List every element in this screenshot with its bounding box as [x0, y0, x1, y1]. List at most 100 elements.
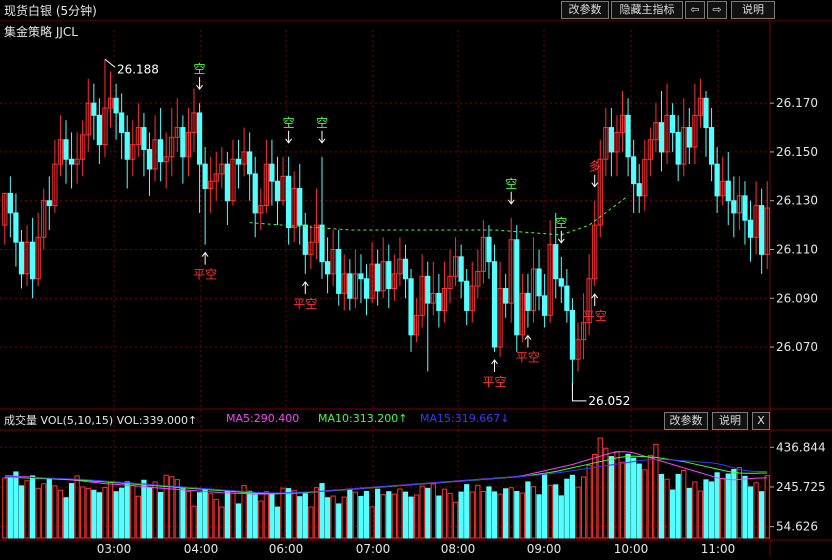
- scroll-left-button[interactable]: ⇦: [685, 1, 705, 19]
- price-tick-label: 26.070: [776, 340, 818, 354]
- volume-bar: [408, 496, 414, 539]
- volume-bar: [96, 492, 103, 539]
- candle-body: [363, 278, 370, 299]
- candle-body: [436, 292, 442, 311]
- buy-signal: 多: [589, 160, 601, 174]
- volume-bar: [425, 487, 431, 539]
- candle-body: [458, 256, 464, 282]
- candle-body: [503, 288, 509, 304]
- candle-body: [7, 192, 13, 214]
- volume-bar: [603, 447, 609, 539]
- candle-body: [269, 163, 275, 182]
- candle-body: [68, 158, 75, 165]
- candle-body: [119, 112, 125, 133]
- volume-bar: [18, 485, 25, 539]
- volume-bar: [74, 475, 80, 539]
- close-signal: 平空: [516, 351, 540, 365]
- candle-body: [747, 219, 754, 238]
- volume-bar: [402, 491, 409, 539]
- volume-bar: [580, 476, 587, 539]
- candle-body: [708, 127, 715, 165]
- chart-title: 现货白银 (5分钟): [4, 4, 97, 18]
- close-signal: 平空: [193, 268, 217, 282]
- volume-bar: [102, 487, 108, 539]
- volume-bar: [675, 473, 681, 539]
- candle-body: [13, 212, 19, 243]
- volume-bar: [458, 491, 464, 539]
- volume-bar: [475, 484, 481, 539]
- price-tick-label: 26.090: [776, 291, 818, 305]
- volume-close-button[interactable]: X: [752, 412, 770, 430]
- volume-bar: [386, 491, 392, 539]
- volume-label: 成交量 VOL(5,10,15) VOL:339.000↑: [4, 414, 198, 427]
- volume-bar: [280, 487, 286, 539]
- volume-bar: [703, 479, 709, 539]
- volume-bar: [308, 506, 314, 539]
- volume-bar: [764, 475, 770, 539]
- volume-bar: [669, 489, 676, 539]
- volume-bar: [747, 486, 754, 539]
- candle-body: [386, 261, 392, 290]
- chart-svg: 26.170 26.150 26.130 26.110 26.090 26.070 03:0…: [0, 19, 832, 556]
- candle-body: [714, 163, 720, 197]
- params-button[interactable]: 改参数: [561, 1, 609, 19]
- volume-bar: [141, 479, 147, 539]
- volume-bar: [235, 503, 242, 539]
- volume-params-button[interactable]: 改参数: [664, 412, 708, 430]
- volume-bar: [174, 479, 180, 539]
- volume-bar: [291, 490, 297, 539]
- volume-bar: [341, 496, 347, 539]
- candle-body: [675, 131, 681, 165]
- volume-help-button[interactable]: 说明: [712, 412, 748, 430]
- volume-bar: [413, 494, 420, 539]
- volume-bar: [185, 490, 192, 539]
- candle-body: [558, 278, 564, 287]
- candle-body: [608, 127, 615, 153]
- chart-stage: 26.170 26.150 26.130 26.110 26.090 26.070 03:0…: [0, 0, 832, 556]
- volume-bar: [252, 494, 258, 539]
- volume-bar: [213, 498, 219, 539]
- volume-bar: [285, 488, 292, 539]
- time-tick-label: 10:00: [614, 542, 649, 556]
- candle-body: [252, 173, 258, 214]
- volume-bar: [7, 476, 13, 539]
- volume-bar: [80, 486, 86, 539]
- volume-bar: [297, 496, 303, 539]
- candle-body: [124, 131, 130, 160]
- candle-body: [96, 114, 103, 146]
- scroll-right-button[interactable]: ⇨: [707, 1, 727, 19]
- high-label: 26.188: [117, 62, 159, 76]
- volume-bar: [130, 485, 136, 539]
- volume-bar: [636, 463, 642, 539]
- candle-body: [669, 114, 676, 133]
- volume-bar: [358, 495, 364, 539]
- volume-bar: [664, 478, 670, 539]
- candle-body: [625, 114, 631, 158]
- candle-body: [302, 224, 308, 255]
- volume-bar: [681, 470, 687, 539]
- volume-bar: [35, 487, 41, 539]
- candle-body: [141, 127, 147, 150]
- volume-bar: [686, 487, 692, 539]
- time-tick-label: 04:00: [184, 542, 219, 556]
- volume-bar: [391, 493, 397, 539]
- price-tick-label: 26.130: [776, 194, 818, 208]
- volume-bar: [146, 487, 153, 539]
- volume-bar: [519, 492, 525, 539]
- volume-bar: [258, 500, 264, 539]
- volume-bar: [180, 488, 186, 539]
- help-button[interactable]: 说明: [731, 1, 775, 19]
- volume-bar: [63, 497, 69, 539]
- candle-body: [636, 183, 642, 197]
- volume-bar: [24, 480, 30, 539]
- volume-bar: [525, 481, 531, 539]
- high-marker: [104, 58, 116, 68]
- sell-signal: 空: [283, 116, 295, 130]
- candle-body: [658, 122, 665, 153]
- low-marker: [571, 382, 587, 402]
- time-tick-label: 08:00: [441, 542, 476, 556]
- candle-body: [358, 273, 364, 280]
- hide-indicator-button[interactable]: 隐藏主指标: [611, 1, 683, 19]
- volume-bar: [497, 493, 503, 539]
- volume-bar: [558, 495, 564, 539]
